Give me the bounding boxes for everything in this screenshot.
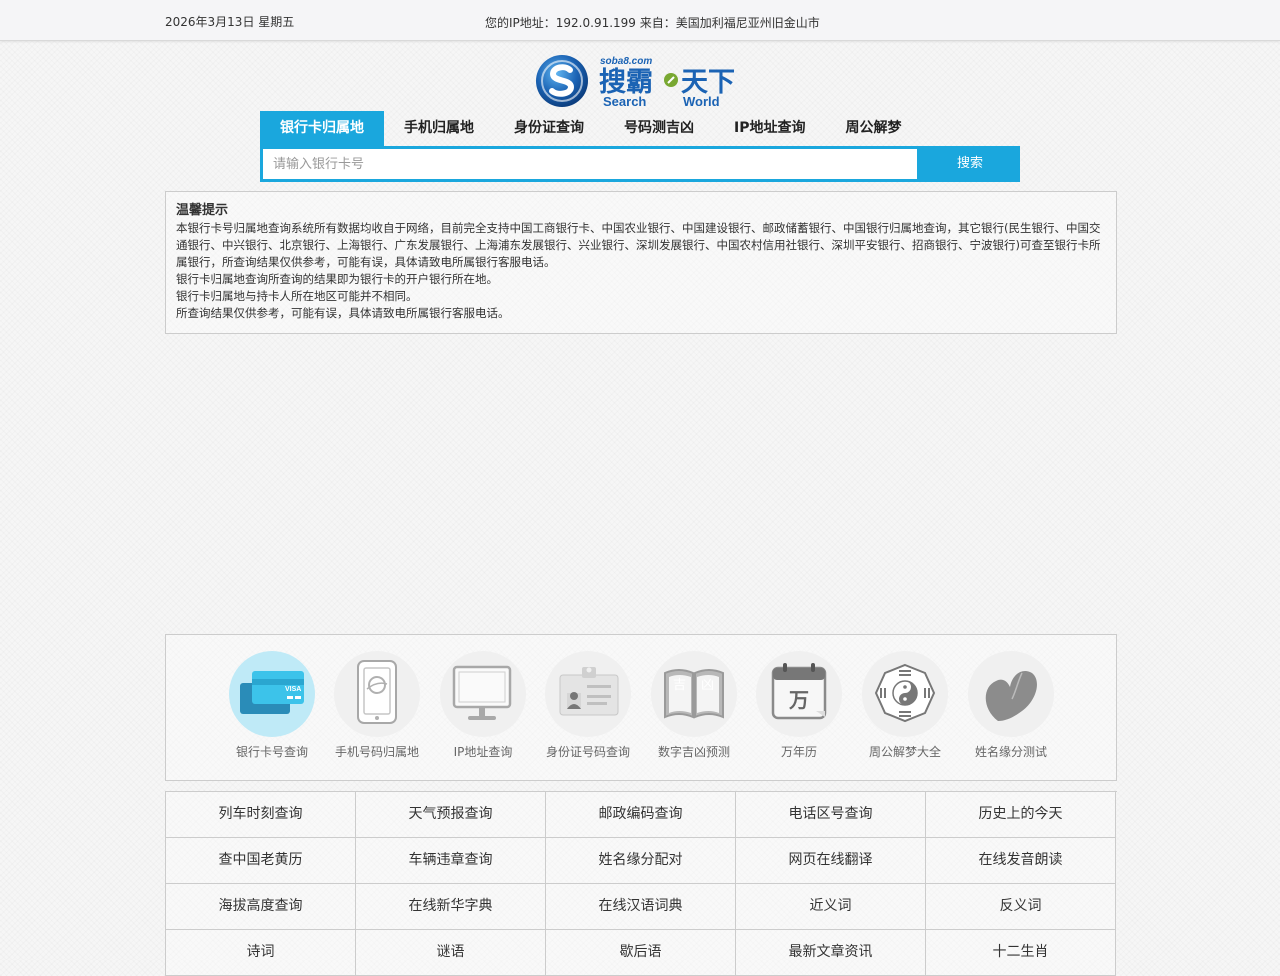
notice-line: 银行卡归属地与持卡人所在地区可能并不相同。 <box>176 289 418 303</box>
link-weather[interactable]: 天气预报查询 <box>356 792 546 838</box>
tool-calendar[interactable]: 万 万年历 <box>744 651 854 760</box>
tool-label: 银行卡号查询 <box>235 745 308 759</box>
search-type-tabs: 银行卡归属地 手机归属地 身份证查询 号码测吉凶 IP地址查询 周公解梦 <box>260 111 921 146</box>
link-history-today[interactable]: 历史上的今天 <box>926 792 1116 838</box>
tool-label: 周公解梦大全 <box>868 745 941 759</box>
tab-bank-card[interactable]: 银行卡归属地 <box>260 111 384 146</box>
tab-number-fortune[interactable]: 号码测吉凶 <box>604 111 714 146</box>
notice-title: 温馨提示 <box>176 203 229 218</box>
bagua-icon <box>874 663 936 723</box>
link-altitude[interactable]: 海拔高度查询 <box>166 884 356 930</box>
svg-text:凶: 凶 <box>701 678 714 693</box>
link-riddles[interactable]: 谜语 <box>356 930 546 976</box>
link-almanac[interactable]: 查中国老黄历 <box>166 838 356 884</box>
link-latest-articles[interactable]: 最新文章资讯 <box>736 930 926 976</box>
svg-text:Search: Search <box>603 94 646 109</box>
tab-id-card[interactable]: 身份证查询 <box>494 111 604 146</box>
search-button[interactable]: 搜索 <box>920 146 1020 182</box>
link-postcode[interactable]: 邮政编码查询 <box>546 792 736 838</box>
logo-icon: soba8.com 搜霸 天下 Search World <box>536 55 735 109</box>
calendar-icon: 万 <box>771 663 827 720</box>
svg-text:万: 万 <box>788 688 809 712</box>
search-box: 搜索 <box>260 146 1020 182</box>
site-logo[interactable]: soba8.com 搜霸 天下 Search World <box>535 53 747 109</box>
ip-info: 您的IP地址：192.0.91.199 来自：美国加利福尼亚州旧金山市 <box>485 16 820 30</box>
tool-label: 姓名缘分测试 <box>974 745 1047 759</box>
search-input[interactable] <box>263 149 917 179</box>
svg-text:World: World <box>683 94 720 109</box>
link-name-pairing[interactable]: 姓名缘分配对 <box>546 838 736 884</box>
tab-ip-lookup[interactable]: IP地址查询 <box>714 111 825 146</box>
link-traffic-violation[interactable]: 车辆违章查询 <box>356 838 546 884</box>
mobile-phone-icon <box>357 660 397 724</box>
tool-fortune[interactable]: 吉 凶 数字吉凶预测 <box>639 651 749 760</box>
tool-ip[interactable]: IP地址查询 <box>428 651 538 760</box>
tab-dream[interactable]: 周公解梦 <box>825 111 921 146</box>
link-antonyms[interactable]: 反义词 <box>926 884 1116 930</box>
link-train-schedule[interactable]: 列车时刻查询 <box>166 792 356 838</box>
tool-dream[interactable]: 周公解梦大全 <box>850 651 960 760</box>
svg-text:soba8.com: soba8.com <box>600 56 652 67</box>
tool-label: 身份证号码查询 <box>545 745 630 759</box>
notice-line: 所查询结果仅供参考，可能有误，具体请致电所属银行客服电话。 <box>176 306 510 320</box>
notice-line: 本银行卡号归属地查询系统所有数据均收自于网络，目前完全支持中国工商银行卡、中国农… <box>176 221 1101 269</box>
heart-icon <box>985 670 1037 721</box>
tool-mobile[interactable]: 手机号码归属地 <box>322 651 432 760</box>
fortune-book-icon: 吉 凶 <box>664 669 724 719</box>
tool-name-match[interactable]: 姓名缘分测试 <box>956 651 1066 760</box>
link-area-code[interactable]: 电话区号查询 <box>736 792 926 838</box>
notice-line: 银行卡归属地查询所查询的结果即为银行卡的开户银行所在地。 <box>176 272 498 286</box>
tool-label: IP地址查询 <box>453 745 513 759</box>
bank-card-icon: VISA <box>240 671 304 714</box>
notice-panel: 温馨提示 本银行卡号归属地查询系统所有数据均收自于网络，目前完全支持中国工商银行… <box>165 191 1117 334</box>
link-xiehouyu[interactable]: 歇后语 <box>546 930 736 976</box>
link-read-aloud[interactable]: 在线发音朗读 <box>926 838 1116 884</box>
link-xinhua-dictionary[interactable]: 在线新华字典 <box>356 884 546 930</box>
link-zodiac[interactable]: 十二生肖 <box>926 930 1116 976</box>
tab-mobile[interactable]: 手机归属地 <box>384 111 494 146</box>
tool-label: 万年历 <box>780 745 817 759</box>
tool-bank-card[interactable]: VISA 银行卡号查询 <box>217 651 327 760</box>
current-date: 2026年3月13日 星期五 <box>165 15 295 29</box>
link-poetry[interactable]: 诗词 <box>166 930 356 976</box>
tool-label: 手机号码归属地 <box>334 745 419 759</box>
svg-text:VISA: VISA <box>285 686 301 693</box>
id-card-icon <box>559 667 619 716</box>
link-translate[interactable]: 网页在线翻译 <box>736 838 926 884</box>
monitor-icon <box>452 665 512 720</box>
svg-text:吉: 吉 <box>673 678 686 693</box>
top-bar: 2026年3月13日 星期五 您的IP地址：192.0.91.199 来自：美国… <box>0 0 1280 41</box>
link-synonyms[interactable]: 近义词 <box>736 884 926 930</box>
tools-panel: VISA 银行卡号查询 手机号码归属地 IP地址查询 身份证号码查询 吉 凶 数… <box>165 634 1117 781</box>
tool-label: 数字吉凶预测 <box>657 745 730 759</box>
link-chinese-dictionary[interactable]: 在线汉语词典 <box>546 884 736 930</box>
tool-id-card[interactable]: 身份证号码查询 <box>533 651 643 760</box>
links-grid: 列车时刻查询 天气预报查询 邮政编码查询 电话区号查询 历史上的今天 查中国老黄… <box>165 791 1117 976</box>
